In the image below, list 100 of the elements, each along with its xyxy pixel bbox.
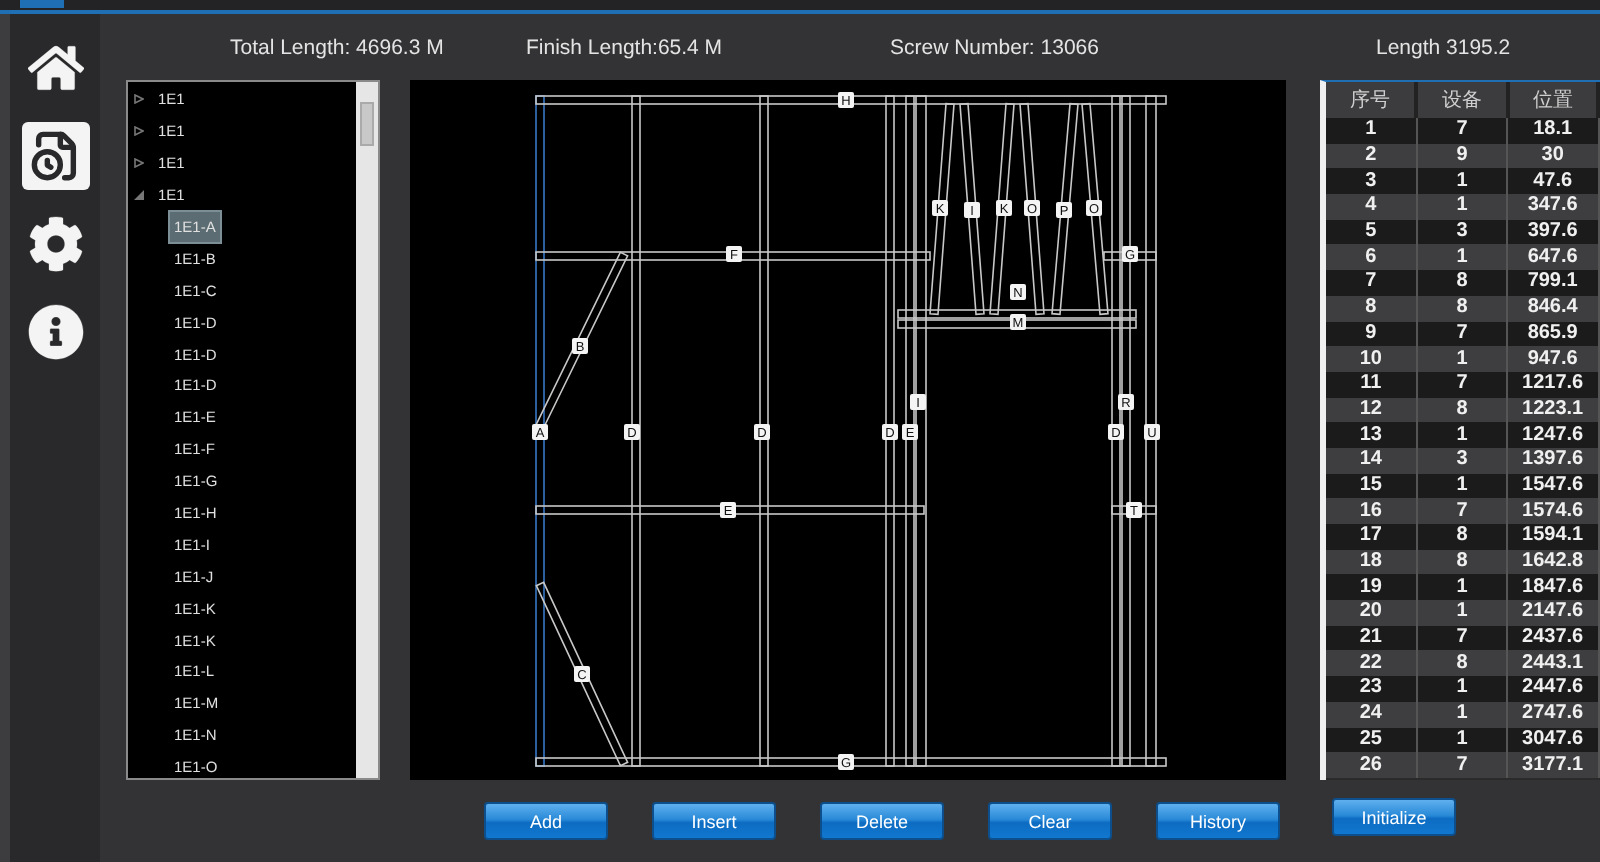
table-cell: 1 — [1416, 422, 1508, 448]
table-cell: 2147.6 — [1507, 600, 1598, 626]
action-button[interactable]: Insert — [652, 802, 776, 840]
table-cell: 25 — [1326, 727, 1417, 753]
table-cell: 7 — [1416, 752, 1508, 778]
table-cell: 7 — [1416, 321, 1508, 347]
frame-beam — [1111, 505, 1157, 515]
expand-arrow-icon[interactable] — [134, 158, 144, 169]
table-cell: 26 — [1326, 752, 1417, 778]
table-cell: 6 — [1326, 244, 1417, 271]
table-cell: 3 — [1416, 447, 1508, 474]
table-cell: 2 — [1326, 143, 1417, 169]
table-cell: 9 — [1416, 143, 1508, 169]
table-cell: 18.1 — [1507, 118, 1598, 144]
table-cell: 8 — [1416, 524, 1508, 550]
stat-text: Screw Number: 13066 — [890, 35, 1101, 59]
table-cell: 9 — [1326, 321, 1417, 347]
home-icon — [27, 40, 83, 96]
table-cell: 1 — [1416, 676, 1508, 702]
table-cell: 799.1 — [1507, 270, 1598, 296]
table-cell: 1 — [1416, 346, 1508, 372]
table-cell: 20 — [1326, 600, 1417, 626]
scrollbar[interactable] — [356, 82, 378, 778]
table-cell: 647.6 — [1507, 244, 1598, 271]
table-cell: 13 — [1326, 422, 1417, 448]
frame-beam — [1103, 251, 1157, 261]
table-cell: 5 — [1326, 219, 1417, 245]
table-cell: 1 — [1416, 600, 1508, 626]
scroll-thumb[interactable] — [360, 102, 374, 146]
table-cell: 30 — [1507, 143, 1598, 169]
table-cell: 1 — [1416, 727, 1508, 753]
table-cell: 1 — [1326, 118, 1417, 144]
stat-text: Total Length: 4696.3 M — [230, 35, 446, 59]
table-cell: 2443.1 — [1507, 650, 1598, 677]
table-cell: 14 — [1326, 447, 1417, 474]
table-cell: 1594.1 — [1507, 524, 1598, 550]
stat-text: Finish Length:65.4 M — [526, 35, 725, 59]
table-cell: 22 — [1326, 650, 1417, 677]
table-cell: 397.6 — [1507, 219, 1598, 245]
document-clock-icon — [29, 130, 81, 182]
table-cell: 8 — [1326, 295, 1417, 321]
table-cell: 1574.6 — [1507, 498, 1598, 524]
table-cell: 12 — [1326, 397, 1417, 423]
collapse-arrow-icon[interactable] — [134, 190, 144, 201]
stat-text: Length 3195.2 — [1376, 35, 1513, 59]
table-cell: 8 — [1416, 295, 1508, 321]
table-cell: 1 — [1416, 168, 1508, 195]
table-cell: 3 — [1326, 168, 1417, 195]
table-cell: 1217.6 — [1507, 371, 1598, 398]
table-cell: 19 — [1326, 574, 1417, 601]
table-cell: 3177.1 — [1507, 752, 1598, 778]
table-cell: 846.4 — [1507, 295, 1598, 321]
table-cell: 947.6 — [1507, 346, 1598, 372]
info-icon — [27, 304, 83, 360]
table-cell: 1 — [1416, 194, 1508, 220]
table-cell: 1397.6 — [1507, 447, 1598, 474]
table-cell: 8 — [1416, 397, 1508, 423]
expand-arrow-icon[interactable] — [134, 126, 144, 137]
table-cell: 347.6 — [1507, 194, 1598, 220]
table-cell: 16 — [1326, 498, 1417, 524]
table-cell: 1 — [1416, 574, 1508, 601]
column-header: 设备 — [1416, 82, 1508, 118]
table-cell: 1 — [1416, 244, 1508, 271]
nav-button[interactable] — [21, 122, 89, 190]
table-cell: 4 — [1326, 194, 1417, 220]
table-cell: 1847.6 — [1507, 574, 1598, 601]
table-cell: 18 — [1326, 549, 1417, 575]
table-cell: 2447.6 — [1507, 676, 1598, 702]
table-cell: 8 — [1416, 650, 1508, 677]
table-cell: 24 — [1326, 701, 1417, 727]
table-cell: 11 — [1326, 371, 1417, 398]
action-button[interactable]: History — [1156, 802, 1280, 840]
action-button[interactable]: Add — [484, 802, 608, 840]
table-cell: 1 — [1416, 473, 1508, 499]
table-cell: 8 — [1416, 549, 1508, 575]
table-cell: 7 — [1326, 270, 1417, 296]
table-cell: 7 — [1416, 118, 1508, 144]
settings-icon — [27, 216, 83, 272]
table-cell: 17 — [1326, 524, 1417, 550]
table-cell: 7 — [1416, 625, 1508, 651]
table-cell: 1 — [1416, 701, 1508, 727]
column-header: 序号 — [1326, 82, 1417, 118]
initialize-button[interactable]: Initialize — [1332, 798, 1456, 836]
table-cell: 865.9 — [1507, 321, 1598, 347]
action-button[interactable]: Clear — [988, 802, 1112, 840]
table-cell: 7 — [1416, 371, 1508, 398]
table-cell: 1642.8 — [1507, 549, 1598, 575]
table-cell: 2437.6 — [1507, 625, 1598, 651]
table-cell: 2747.6 — [1507, 701, 1598, 727]
expand-arrow-icon[interactable] — [134, 94, 144, 105]
table-cell: 23 — [1326, 676, 1417, 702]
table-cell: 8 — [1416, 270, 1508, 296]
action-button[interactable]: Delete — [820, 802, 944, 840]
table-cell: 10 — [1326, 346, 1417, 372]
table-cell: 7 — [1416, 498, 1508, 524]
table-cell: 3 — [1416, 219, 1508, 245]
table-cell: 21 — [1326, 625, 1417, 651]
table-cell: 3047.6 — [1507, 727, 1598, 753]
table-cell: 1247.6 — [1507, 422, 1598, 448]
table-cell: 47.6 — [1507, 168, 1598, 195]
